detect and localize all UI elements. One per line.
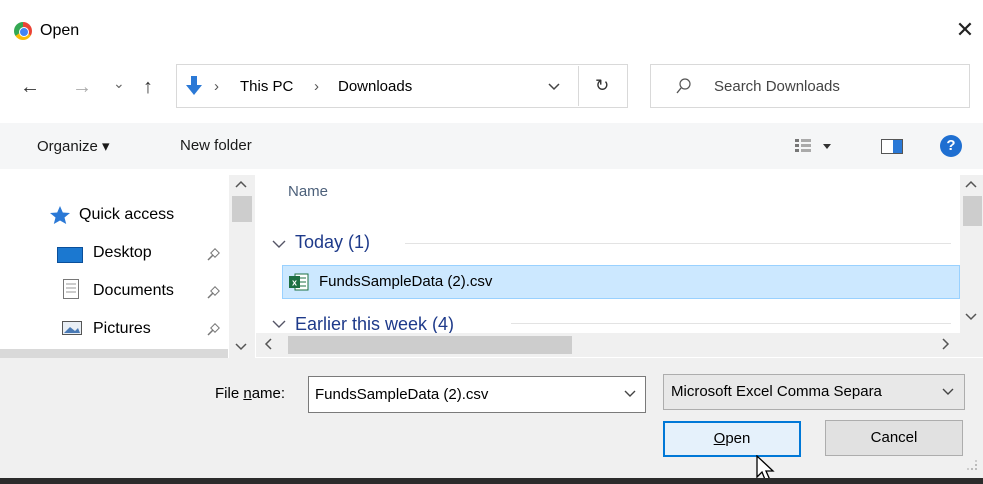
new-folder-button[interactable]: New folder (180, 137, 252, 154)
open-button-label: pen (725, 430, 751, 447)
pin-icon[interactable] (206, 248, 220, 262)
chrome-app-icon (14, 22, 32, 40)
documents-icon (63, 279, 79, 299)
scroll-right-icon[interactable] (940, 338, 950, 350)
search-icon (676, 78, 691, 94)
sidebar-item-documents[interactable]: Documents (93, 282, 174, 300)
scrollbar-thumb[interactable] (232, 196, 252, 222)
open-button-mnemonic: O (713, 430, 726, 447)
scroll-up-icon[interactable] (235, 180, 247, 190)
scrollbar-thumb[interactable] (288, 336, 572, 354)
group-header-today[interactable]: Today (1) (295, 232, 370, 253)
breadcrumb-downloads[interactable]: Downloads (338, 78, 412, 95)
preview-pane-icon[interactable] (881, 139, 903, 154)
breadcrumb-this-pc[interactable]: This PC (240, 78, 293, 95)
scroll-up-icon[interactable] (965, 180, 977, 190)
recent-locations-chevron-icon[interactable]: ⌄ (113, 75, 125, 92)
group-collapse-chevron-icon[interactable] (272, 239, 286, 249)
sidebar-item-pictures[interactable]: Pictures (93, 320, 151, 338)
file-name-label-mnemonic: n (243, 385, 252, 402)
resize-grip-icon[interactable] (962, 440, 980, 474)
back-arrow-icon[interactable]: ← (20, 75, 40, 99)
window-bottom-edge (0, 478, 983, 484)
excel-csv-file-icon: x (289, 273, 309, 291)
forward-arrow-icon[interactable]: → (72, 75, 92, 99)
address-dropdown-chevron-icon[interactable] (548, 82, 560, 92)
command-toolbar (0, 123, 983, 169)
cancel-button[interactable]: Cancel (825, 420, 963, 456)
group-divider (511, 323, 951, 324)
scroll-down-icon[interactable] (235, 342, 247, 352)
change-view-icon[interactable] (794, 138, 834, 154)
file-name-label: FundsSampleData (2).csv (319, 273, 493, 290)
dialog-title: Open (40, 22, 80, 39)
pictures-icon (62, 321, 82, 335)
breadcrumb-separator: › (214, 78, 219, 95)
close-icon[interactable]: ✕ (953, 18, 977, 42)
quick-access-star-icon (50, 206, 70, 224)
scroll-down-icon[interactable] (965, 312, 977, 322)
address-divider (578, 66, 579, 106)
title-bar (0, 0, 983, 62)
scroll-left-icon[interactable] (264, 338, 274, 350)
downloads-arrow-icon (186, 76, 202, 95)
group-header-earlier-this-week[interactable]: Earlier this week (4) (295, 314, 454, 333)
file-name-label: File name: (215, 385, 285, 402)
breadcrumb-separator: › (314, 78, 319, 95)
file-type-value: Microsoft Excel Comma Separa (671, 383, 882, 400)
file-name-dropdown-chevron-icon[interactable] (624, 389, 636, 399)
search-placeholder: Search Downloads (714, 78, 840, 95)
file-type-dropdown-chevron-icon[interactable] (942, 387, 954, 397)
pin-icon[interactable] (206, 286, 220, 300)
sidebar-item-quick-access[interactable]: Quick access (79, 206, 174, 224)
sidebar-item-desktop[interactable]: Desktop (93, 244, 152, 262)
file-name-label-post: ame: (251, 385, 286, 402)
pin-icon[interactable] (206, 323, 220, 337)
file-name-input-value[interactable]: FundsSampleData (2).csv (315, 386, 488, 403)
svg-text:x: x (292, 278, 297, 288)
organize-menu-button[interactable]: Organize ▾ (37, 137, 110, 155)
desktop-icon (57, 247, 83, 263)
open-button[interactable]: Open (663, 421, 801, 457)
help-icon[interactable]: ? (940, 135, 962, 157)
up-arrow-icon[interactable]: ↑ (143, 75, 153, 99)
group-divider (405, 243, 951, 244)
file-name-label-pre: File (215, 385, 244, 402)
open-file-dialog: Open ✕ ← → ⌄ ↑ › This PC › Downloads ↻ S… (0, 0, 983, 484)
group-header-clip: Earlier this week (4) (255, 312, 960, 333)
refresh-icon[interactable]: ↻ (595, 76, 609, 96)
scrollbar-thumb[interactable] (963, 196, 982, 226)
column-header-name[interactable]: Name (288, 183, 328, 200)
